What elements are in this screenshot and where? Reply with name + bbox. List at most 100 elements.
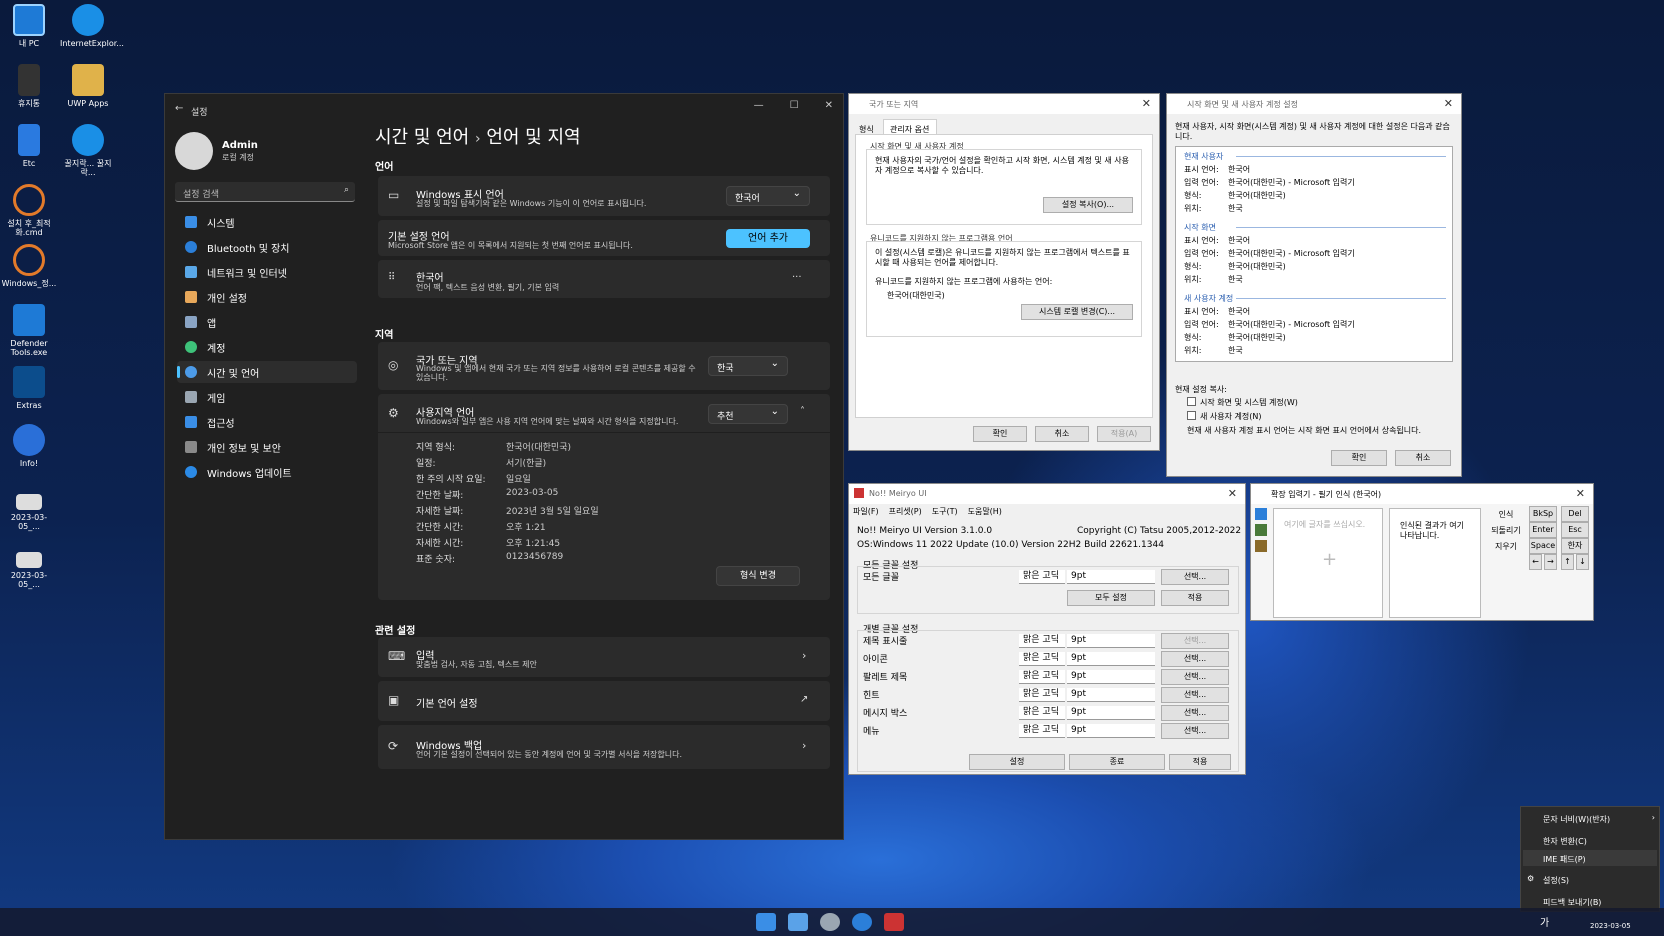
desktop-icon-extras[interactable]: Extras xyxy=(1,366,57,410)
font-item-select-button[interactable]: 선택... xyxy=(1161,723,1229,739)
menu-ime-pad[interactable]: IME 패드(P) xyxy=(1543,854,1586,865)
close-button[interactable]: ✕ xyxy=(825,100,833,111)
key-down[interactable]: ↓ xyxy=(1576,554,1589,570)
card-korean-language[interactable]: ⠿ 한국어 언어 팩, 텍스트 음성 변환, 필기, 기본 입력 ··· xyxy=(378,260,830,298)
radical-tool-icon[interactable] xyxy=(1255,540,1267,552)
maximize-button[interactable]: ☐ xyxy=(790,100,799,111)
desktop-icon-shot1[interactable]: 2023-03-05_... xyxy=(1,494,57,531)
sidebar-item-time-language[interactable]: 시간 및 언어 xyxy=(177,361,357,383)
key-space[interactable]: Space xyxy=(1529,538,1557,554)
drag-handle-icon[interactable]: ⠿ xyxy=(388,272,395,283)
menu-feedback[interactable]: 피드백 보내기(B) xyxy=(1543,897,1601,908)
display-language-dropdown[interactable]: 한국어 xyxy=(726,186,810,206)
sidebar-item-bluetooth[interactable]: Bluetooth 및 장치 xyxy=(177,236,357,258)
change-system-locale-button[interactable]: 시스템 로캘 변경(C)... xyxy=(1021,304,1133,320)
handwriting-tool-icon[interactable] xyxy=(1255,508,1267,520)
breadcrumb-parent[interactable]: 시간 및 언어 xyxy=(375,127,469,148)
regional-format-dropdown[interactable]: 추천 xyxy=(708,404,788,424)
ok-button[interactable]: 확인 xyxy=(973,426,1027,442)
clear-button[interactable]: 지우기 xyxy=(1489,540,1523,556)
menu-preset[interactable]: 프리셋(P) xyxy=(889,506,922,517)
handwriting-canvas[interactable]: 여기에 글자를 쓰십시오. + xyxy=(1273,508,1383,618)
key-escape[interactable]: Esc xyxy=(1561,522,1589,538)
desktop-icon-ie[interactable]: InternetExplor... xyxy=(60,4,124,48)
menu-settings[interactable]: 설정(S) xyxy=(1543,875,1569,886)
key-enter[interactable]: Enter xyxy=(1529,522,1557,538)
key-left[interactable]: ← xyxy=(1529,554,1542,570)
desktop-icon-optimize[interactable]: 설치 후_최적화.cmd xyxy=(1,184,57,237)
globe-icon[interactable] xyxy=(852,913,872,931)
card-backup[interactable]: ⟳ Windows 백업 언어 기본 설정이 선택되어 있는 동안 계정에 언어… xyxy=(378,725,830,769)
desktop-icon-shot2[interactable]: 2023-03-05_... xyxy=(1,552,57,589)
apply-button[interactable]: 적용(A) xyxy=(1097,426,1151,442)
keyboard-tool-icon[interactable] xyxy=(1255,524,1267,536)
sidebar-item-privacy[interactable]: 개인 정보 및 보안 xyxy=(177,436,357,458)
close-button[interactable]: ✕ xyxy=(1228,487,1237,500)
desktop-icon-recycle[interactable]: 휴지통 xyxy=(1,64,57,108)
settings-gear-icon[interactable] xyxy=(820,913,840,931)
card-admin-language[interactable]: ▣ 기본 언어 설정 ↗ xyxy=(378,681,830,721)
desktop-icon-windows[interactable]: Windows_정... xyxy=(1,244,57,288)
close-button[interactable]: ✕ xyxy=(1142,97,1151,110)
ime-mode-indicator[interactable]: 가 xyxy=(1540,914,1549,929)
menu-hanja-convert[interactable]: 한자 변환(C) xyxy=(1543,836,1587,847)
tray-date[interactable]: 2023-03-05 xyxy=(1590,922,1631,930)
menu-tools[interactable]: 도구(T) xyxy=(932,506,958,517)
key-backspace[interactable]: BkSp xyxy=(1529,506,1557,522)
key-up[interactable]: ↑ xyxy=(1561,554,1574,570)
meiryo-taskbar-icon[interactable] xyxy=(884,913,904,931)
menu-char-width[interactable]: 문자 너비(W)(반자) xyxy=(1543,814,1610,825)
font-item-select-button[interactable]: 선택... xyxy=(1161,705,1229,721)
cancel-button[interactable]: 취소 xyxy=(1395,450,1451,466)
result-list[interactable]: 인식된 결과가 여기 나타납니다. xyxy=(1389,508,1481,618)
sidebar-item-update[interactable]: Windows 업데이트 xyxy=(177,461,357,483)
copy-settings-button[interactable]: 설정 복사(O)... xyxy=(1043,197,1133,213)
change-format-button[interactable]: 형식 변경 xyxy=(716,566,800,586)
font-item-select-button[interactable]: 선택... xyxy=(1161,651,1229,667)
key-delete[interactable]: Del xyxy=(1561,506,1589,522)
font-item-select-button[interactable]: 선택... xyxy=(1161,633,1229,649)
key-right[interactable]: → xyxy=(1544,554,1557,570)
cancel-button[interactable]: 취소 xyxy=(1035,426,1089,442)
apply-all-button[interactable]: 적용 xyxy=(1161,590,1229,606)
more-options-icon[interactable]: ··· xyxy=(792,272,802,283)
sidebar-item-network[interactable]: 네트워크 및 인터넷 xyxy=(177,261,357,283)
sidebar-item-gaming[interactable]: 게임 xyxy=(177,386,357,408)
set-button[interactable]: 설정 xyxy=(969,754,1065,770)
font-item-select-button[interactable]: 선택... xyxy=(1161,669,1229,685)
search-input[interactable]: 설정 검색 ⌕ xyxy=(175,182,355,202)
sidebar-item-accessibility[interactable]: 접근성 xyxy=(177,411,357,433)
checkbox-new-user[interactable] xyxy=(1187,411,1196,420)
sidebar-item-personalization[interactable]: 개인 설정 xyxy=(177,286,357,308)
desktop-icon-etc[interactable]: Etc xyxy=(1,124,57,168)
back-arrow-icon[interactable]: ← xyxy=(175,103,183,114)
menu-file[interactable]: 파일(F) xyxy=(853,506,879,517)
desktop-icon-info[interactable]: Info! xyxy=(1,424,57,468)
desktop-icon-defender[interactable]: Defender Tools.exe xyxy=(1,304,57,357)
exit-button[interactable]: 종료 xyxy=(1069,754,1165,770)
desktop-icon-mypc[interactable]: 내 PC xyxy=(1,4,57,48)
add-language-button[interactable]: 언어 추가 xyxy=(726,229,810,248)
ok-button[interactable]: 확인 xyxy=(1331,450,1387,466)
sidebar-item-apps[interactable]: 앱 xyxy=(177,311,357,333)
card-input[interactable]: ⌨ 입력 맞춤법 검사, 자동 고침, 텍스트 제안 › xyxy=(378,637,830,677)
undo-button[interactable]: 되돌리기 xyxy=(1487,524,1525,540)
checkbox-welcome-system[interactable] xyxy=(1187,397,1196,406)
start-button-icon[interactable] xyxy=(756,913,776,931)
all-select-button[interactable]: 선택... xyxy=(1161,569,1229,585)
sidebar-item-accounts[interactable]: 계정 xyxy=(177,336,357,358)
sidebar-item-system[interactable]: 시스템 xyxy=(177,211,357,233)
file-explorer-icon[interactable] xyxy=(788,913,808,931)
menu-help[interactable]: 도움말(H) xyxy=(968,506,1002,517)
desktop-icon-uwp[interactable]: UWP Apps xyxy=(60,64,116,108)
close-button[interactable]: ✕ xyxy=(1576,487,1585,500)
desktop-icon-ggul[interactable]: 꿀지락... 꿀지락... xyxy=(60,124,116,177)
chevron-up-icon[interactable]: ˄ xyxy=(800,406,805,417)
key-hanja[interactable]: 한자 xyxy=(1561,538,1589,554)
minimize-button[interactable]: — xyxy=(754,100,764,111)
country-dropdown[interactable]: 한국 xyxy=(708,356,788,376)
close-button[interactable]: ✕ xyxy=(1444,97,1453,110)
set-all-button[interactable]: 모두 설정 xyxy=(1067,590,1155,606)
font-item-select-button[interactable]: 선택... xyxy=(1161,687,1229,703)
apply-button[interactable]: 적용 xyxy=(1169,754,1231,770)
